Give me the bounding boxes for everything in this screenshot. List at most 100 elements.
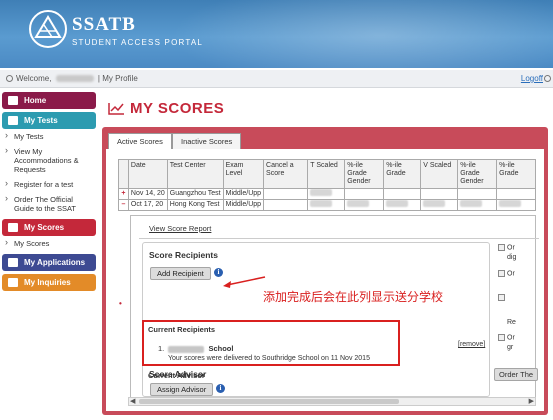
scroll-left-icon[interactable]: ◀ bbox=[130, 397, 135, 405]
remove-recipient-link[interactable]: [remove] bbox=[458, 341, 485, 348]
tab-inactive-scores[interactable]: Inactive Scores bbox=[172, 133, 242, 149]
annotation-text: 添加完成后会在此列显示送分学校 bbox=[263, 290, 444, 304]
order-option-label: Or bbox=[507, 334, 515, 342]
checkbox[interactable] bbox=[498, 294, 505, 301]
my-profile-link[interactable]: My Profile bbox=[102, 74, 138, 83]
order-option-label: Or bbox=[507, 270, 515, 278]
row-exam-level: Middle/Upp bbox=[222, 199, 265, 211]
power-icon bbox=[6, 75, 13, 82]
row-cell bbox=[344, 199, 385, 211]
redacted-score bbox=[347, 200, 370, 207]
table-row[interactable]: – Oct 17, 20 Hong Kong Test Middle/Upp bbox=[118, 199, 536, 211]
col-header-v-scaled: V Scaled bbox=[420, 159, 459, 189]
expand-toggle[interactable]: + bbox=[118, 188, 129, 200]
scrollbar-thumb[interactable] bbox=[139, 399, 399, 404]
order-option-text: gr bbox=[507, 344, 514, 351]
order-option[interactable] bbox=[498, 294, 507, 301]
col-header-t-pct-gender: %-ile Grade Gender bbox=[344, 159, 385, 189]
checkbox[interactable] bbox=[498, 334, 505, 341]
table-header-row: Date Test Center Exam Level Cancel a Sco… bbox=[118, 159, 536, 189]
scores-submenu: My Scores bbox=[4, 238, 96, 248]
row-cancel bbox=[263, 188, 309, 200]
row-cell bbox=[383, 199, 422, 211]
scroll-right-icon[interactable]: ▶ bbox=[529, 397, 534, 405]
nav-my-inquiries-label: My Inquiries bbox=[24, 278, 71, 287]
banner-glow bbox=[170, 0, 553, 68]
scores-chart-icon bbox=[108, 103, 124, 115]
row-cell bbox=[496, 188, 536, 200]
detail-indent-marker: • bbox=[119, 299, 122, 308]
scores-icon bbox=[8, 223, 18, 232]
order-option-text: Re bbox=[507, 319, 516, 326]
info-icon[interactable]: i bbox=[216, 384, 225, 393]
row-t-scaled bbox=[307, 188, 346, 200]
scores-panel: Active Scores Inactive Scores Date Test … bbox=[102, 127, 548, 415]
nav-my-tests[interactable]: My Tests bbox=[2, 112, 96, 129]
panel-body: Date Test Center Exam Level Cancel a Sco… bbox=[106, 149, 544, 411]
welcome-text: Welcome, | My Profile bbox=[16, 74, 138, 83]
row-cell bbox=[383, 188, 422, 200]
row-cell bbox=[420, 188, 459, 200]
nav-my-scores[interactable]: My Scores bbox=[2, 219, 96, 236]
col-header-t-pct-grade: %-ile Grade bbox=[383, 159, 422, 189]
view-score-report-link[interactable]: View Score Report bbox=[149, 224, 211, 233]
assign-advisor-button[interactable]: Assign Advisor bbox=[150, 383, 214, 396]
order-button[interactable]: Order The bbox=[494, 368, 539, 381]
col-header-v-pct-gender: %-ile Grade Gender bbox=[457, 159, 498, 189]
inquiries-icon bbox=[8, 278, 18, 287]
checkbox[interactable] bbox=[498, 270, 505, 277]
welcome-prefix: Welcome, bbox=[16, 74, 52, 83]
add-recipient-button[interactable]: Add Recipient bbox=[150, 267, 211, 280]
brand-subtitle: STUDENT ACCESS PORTAL bbox=[72, 38, 204, 47]
header-banner: SSATB STUDENT ACCESS PORTAL bbox=[0, 0, 553, 68]
sidebar: Home My Tests My Tests View My Accommoda… bbox=[0, 92, 96, 294]
row-cell bbox=[457, 188, 498, 200]
tests-submenu: My Tests View My Accommodations & Reques… bbox=[4, 131, 96, 213]
col-header-cancel-score: Cancel a Score bbox=[263, 159, 309, 189]
current-advisor-label: Current Advisor bbox=[148, 371, 205, 380]
row-date: Oct 17, 20 bbox=[127, 199, 168, 211]
logoff-link[interactable]: Logoff bbox=[521, 74, 543, 83]
welcome-separator: | bbox=[97, 74, 100, 83]
row-test-center: Guangzhou Test bbox=[166, 188, 224, 200]
submenu-my-scores[interactable]: My Scores bbox=[4, 238, 96, 248]
row-test-center: Hong Kong Test bbox=[166, 199, 224, 211]
row-cell bbox=[420, 199, 459, 211]
applications-icon bbox=[8, 258, 18, 267]
order-option[interactable]: Or bbox=[498, 270, 515, 277]
order-option[interactable]: Or bbox=[498, 244, 515, 251]
table-row[interactable]: + Nov 14, 20 Guangzhou Test Middle/Upp bbox=[118, 188, 536, 200]
submenu-accommodations[interactable]: View My Accommodations & Requests bbox=[4, 146, 82, 174]
recipient-school: School bbox=[208, 344, 234, 353]
nav-home[interactable]: Home bbox=[2, 92, 96, 109]
submenu-my-tests[interactable]: My Tests bbox=[4, 131, 96, 141]
col-header-v-pct-grade: %-ile Grade bbox=[496, 159, 536, 189]
divider bbox=[139, 238, 539, 239]
scores-table: Date Test Center Exam Level Cancel a Sco… bbox=[118, 159, 536, 211]
nav-my-applications[interactable]: My Applications bbox=[2, 254, 96, 271]
nav-my-inquiries[interactable]: My Inquiries bbox=[2, 274, 96, 291]
checkbox[interactable] bbox=[498, 244, 505, 251]
brand-title: SSATB bbox=[72, 14, 136, 35]
order-option[interactable]: Or bbox=[498, 334, 515, 341]
order-options-column: Or dig Or Re Or gr Order The bbox=[494, 242, 539, 397]
redacted-score bbox=[460, 200, 483, 207]
col-header-date: Date bbox=[127, 159, 168, 189]
redacted-score bbox=[423, 200, 446, 207]
ssatb-logo-icon[interactable] bbox=[28, 9, 68, 49]
redacted-score bbox=[386, 200, 409, 207]
current-recipients-label: Current Recipients bbox=[148, 325, 216, 334]
submenu-register-test[interactable]: Register for a test bbox=[4, 179, 96, 189]
row-cell bbox=[457, 199, 498, 211]
tab-active-scores[interactable]: Active Scores bbox=[108, 133, 172, 149]
row-cell bbox=[496, 199, 536, 211]
redacted-score bbox=[499, 200, 522, 207]
logoff-icon[interactable] bbox=[544, 75, 551, 82]
row-cancel bbox=[263, 199, 309, 211]
collapse-toggle[interactable]: – bbox=[118, 199, 129, 211]
annotation-highlight-box: Current Recipients 1. School Your scores… bbox=[142, 320, 400, 366]
redacted-username bbox=[55, 75, 94, 83]
horizontal-scrollbar[interactable]: ◀ ▶ bbox=[128, 397, 536, 406]
score-detail-panel: View Score Report Score Recipients Add R… bbox=[130, 215, 539, 401]
submenu-order-guide[interactable]: Order The Official Guide to the SSAT bbox=[4, 194, 84, 213]
